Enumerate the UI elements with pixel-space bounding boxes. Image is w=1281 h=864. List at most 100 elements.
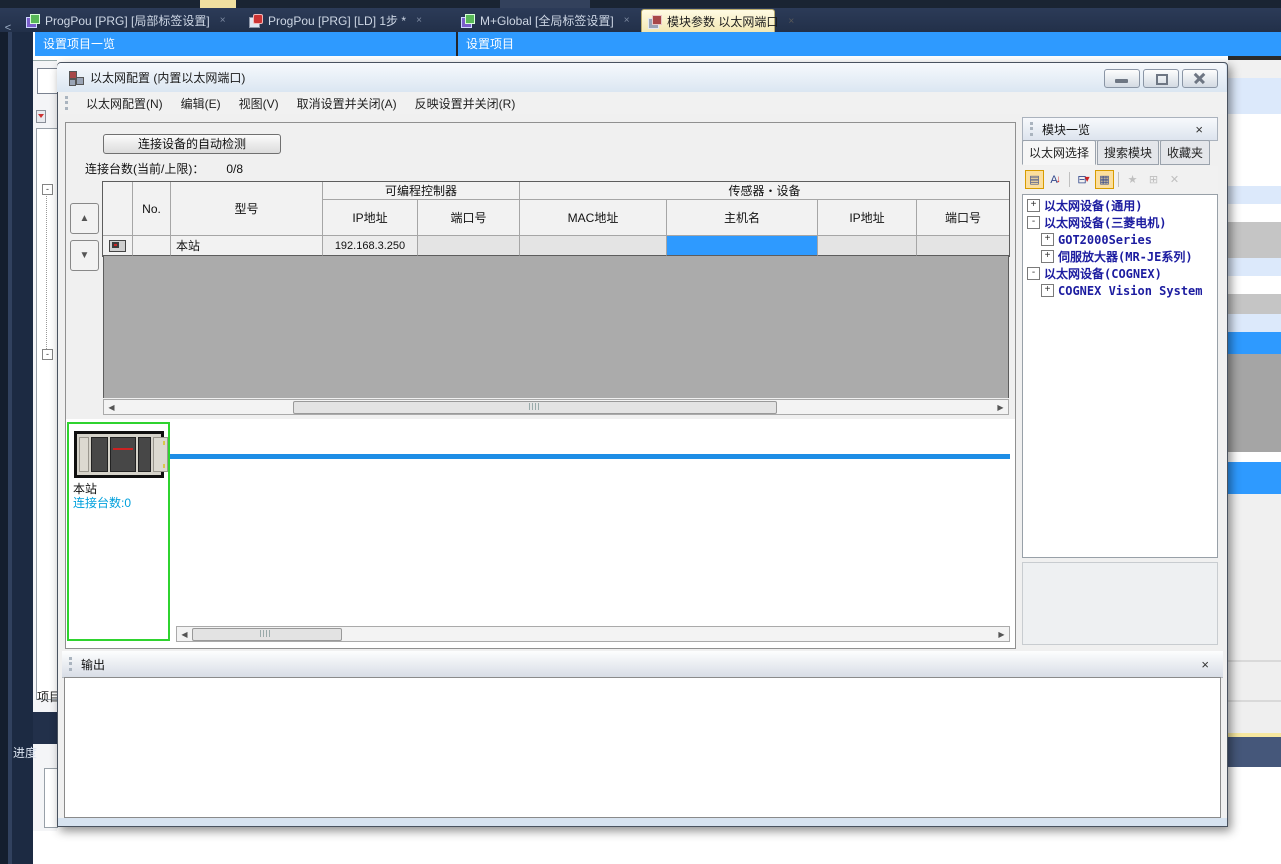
tab-label: M+Global [全局标签设置] — [480, 12, 614, 29]
favorite-star-icon[interactable]: ★ — [1123, 170, 1142, 189]
table-empty-area — [103, 256, 1009, 398]
tree-expand-icon[interactable]: + — [1027, 199, 1040, 212]
move-row-down-button[interactable]: ▼ — [70, 240, 99, 271]
menu-apply-and-close[interactable]: 反映设置并关闭(R) — [406, 95, 525, 112]
scroll-left-icon[interactable]: ◀ — [177, 628, 192, 641]
cell-model[interactable]: 本站 — [171, 236, 323, 256]
dialog-title-bar[interactable]: 以太网配置 (内置以太网端口) — [57, 63, 1226, 92]
toolbar-fragment — [500, 0, 590, 8]
plc-module-image[interactable] — [74, 431, 164, 478]
tree-item[interactable]: - 以太网设备(COGNEX) — [1023, 265, 1218, 282]
cell-plc-port[interactable] — [418, 236, 520, 256]
row-selector-cell[interactable] — [103, 236, 133, 256]
cell-device-ip[interactable] — [818, 236, 917, 256]
tab-close-icon[interactable]: × — [220, 15, 226, 26]
row-selector-icon — [109, 240, 126, 252]
tree-item-label[interactable]: 伺服放大器(MR-JE系列) — [1058, 248, 1193, 265]
group-display-icon[interactable]: ▦ — [1095, 170, 1114, 189]
menu-edit[interactable]: 编辑(E) — [172, 95, 230, 112]
tree-item-label[interactable]: 以太网设备(通用) — [1044, 197, 1142, 214]
setting-item-header: 设置项目 — [458, 32, 1281, 56]
tab-search-module[interactable]: 搜索模块 — [1097, 140, 1159, 165]
cell-no[interactable] — [133, 236, 171, 256]
tree-expand-icon[interactable]: + — [1041, 284, 1054, 297]
tree-item[interactable]: - 以太网设备(三菱电机) — [1023, 214, 1218, 231]
header-no: No. — [133, 182, 171, 236]
tree-expand-icon[interactable]: + — [1041, 233, 1054, 246]
restore-button[interactable] — [1143, 69, 1179, 88]
header-mac-address: MAC地址 — [520, 200, 667, 236]
tree-connector — [46, 191, 47, 351]
tab-close-icon[interactable]: × — [788, 16, 794, 27]
tree-collapse-icon[interactable]: - — [1027, 216, 1040, 229]
tree-item-label[interactable]: 以太网设备(三菱电机) — [1044, 214, 1166, 231]
tree-collapse-icon[interactable]: - — [42, 349, 53, 360]
tab-ethernet-selection[interactable]: 以太网选择 — [1022, 140, 1096, 165]
tab-favorites[interactable]: 收藏夹 — [1160, 140, 1210, 165]
module-parameter-icon — [648, 15, 661, 28]
dialog-title: 以太网配置 (内置以太网端口) — [90, 69, 245, 86]
tab-close-icon[interactable]: × — [624, 15, 630, 26]
cell-mac-address[interactable] — [520, 236, 667, 256]
tree-item[interactable]: + 伺服放大器(MR-JE系列) — [1023, 248, 1218, 265]
module-list-panel-header[interactable]: 模块一览 × — [1022, 117, 1218, 141]
menu-cancel-and-close[interactable]: 取消设置并关闭(A) — [288, 95, 406, 112]
minimize-button[interactable] — [1104, 69, 1140, 88]
menu-ethernet-config[interactable]: 以太网配置(N) — [77, 95, 172, 112]
scroll-right-icon[interactable]: ▶ — [994, 628, 1009, 641]
tree-item[interactable]: + COGNEX Vision System — [1023, 282, 1218, 299]
menu-view[interactable]: 视图(V) — [230, 95, 288, 112]
toolbar-separator — [1118, 172, 1119, 187]
document-tab-bar: < ProgPou [PRG] [局部标签设置] × ProgPou [PRG]… — [0, 8, 1281, 32]
cell-host-name-selected[interactable] — [667, 236, 818, 256]
navigation-tree[interactable]: - - — [36, 128, 58, 700]
scroll-right-icon[interactable]: ▶ — [993, 401, 1008, 414]
filter-tree-icon[interactable]: ⊟▾ — [1074, 170, 1093, 189]
tab-progpou-ld[interactable]: ProgPou [PRG] [LD] 1步 * × — [243, 8, 443, 32]
tree-expand-icon[interactable]: + — [1041, 250, 1054, 263]
navigation-toolbar — [36, 110, 56, 124]
output-panel-header[interactable]: 输出 × — [62, 651, 1223, 678]
delete-favorite-icon[interactable]: ✕ — [1165, 170, 1184, 189]
tab-progpou-local-labels[interactable]: ProgPou [PRG] [局部标签设置] × — [20, 8, 238, 32]
scrollbar-grip — [260, 630, 270, 637]
tree-collapse-icon[interactable]: - — [1027, 267, 1040, 280]
tree-item-label[interactable]: 以太网设备(COGNEX) — [1044, 265, 1162, 282]
module-list-close-icon[interactable]: × — [1195, 122, 1203, 137]
collapse-tree-icon[interactable] — [36, 110, 46, 123]
table-horizontal-scrollbar[interactable]: ◀ ▶ — [103, 399, 1009, 415]
panel-grip[interactable] — [1030, 122, 1036, 136]
tree-item-label[interactable]: GOT2000Series — [1058, 233, 1152, 247]
header-host-name: 主机名 — [667, 200, 818, 236]
device-area-horizontal-scrollbar[interactable]: ◀ ▶ — [176, 626, 1010, 642]
dialog-bottom-frame — [58, 818, 1227, 826]
tree-collapse-icon[interactable]: - — [42, 184, 53, 195]
progress-panel-title: 进度 — [13, 744, 57, 764]
auto-detect-button[interactable]: 连接设备的自动检测 — [103, 134, 281, 154]
navigation-search-input[interactable] — [37, 68, 59, 94]
menu-grip[interactable] — [65, 96, 71, 110]
scroll-left-icon[interactable]: ◀ — [104, 401, 119, 414]
move-row-up-button[interactable]: ▲ — [70, 203, 99, 234]
list-display-icon[interactable]: ▤ — [1025, 170, 1044, 189]
output-close-icon[interactable]: × — [1201, 657, 1209, 672]
tab-mglobal-labels[interactable]: M+Global [全局标签设置] × — [455, 8, 637, 32]
close-button[interactable] — [1182, 69, 1218, 88]
toolbar-separator — [1069, 172, 1070, 187]
tab-label: 模块参数 以太网端口 — [667, 13, 778, 30]
tab-close-icon[interactable]: × — [416, 15, 422, 26]
panel-grip[interactable] — [69, 657, 75, 671]
add-favorite-icon[interactable]: ⊞ — [1144, 170, 1163, 189]
tree-item[interactable]: + GOT2000Series — [1023, 231, 1218, 248]
tab-module-parameter-ethernet[interactable]: 模块参数 以太网端口 × — [641, 9, 775, 32]
project-list-tab[interactable]: 项目一 — [37, 688, 57, 706]
background-settings-grid — [1228, 56, 1281, 864]
sort-az-icon[interactable]: A↓ — [1046, 170, 1065, 189]
cell-device-port[interactable] — [917, 236, 1009, 256]
scrollbar-grip — [529, 403, 539, 410]
cell-plc-ip[interactable]: 192.168.3.250 — [323, 236, 418, 256]
tree-item-label[interactable]: COGNEX Vision System — [1058, 284, 1203, 298]
tree-item[interactable]: + 以太网设备(通用) — [1023, 197, 1218, 214]
header-device-ip: IP地址 — [818, 200, 917, 236]
output-panel-body — [64, 677, 1221, 818]
